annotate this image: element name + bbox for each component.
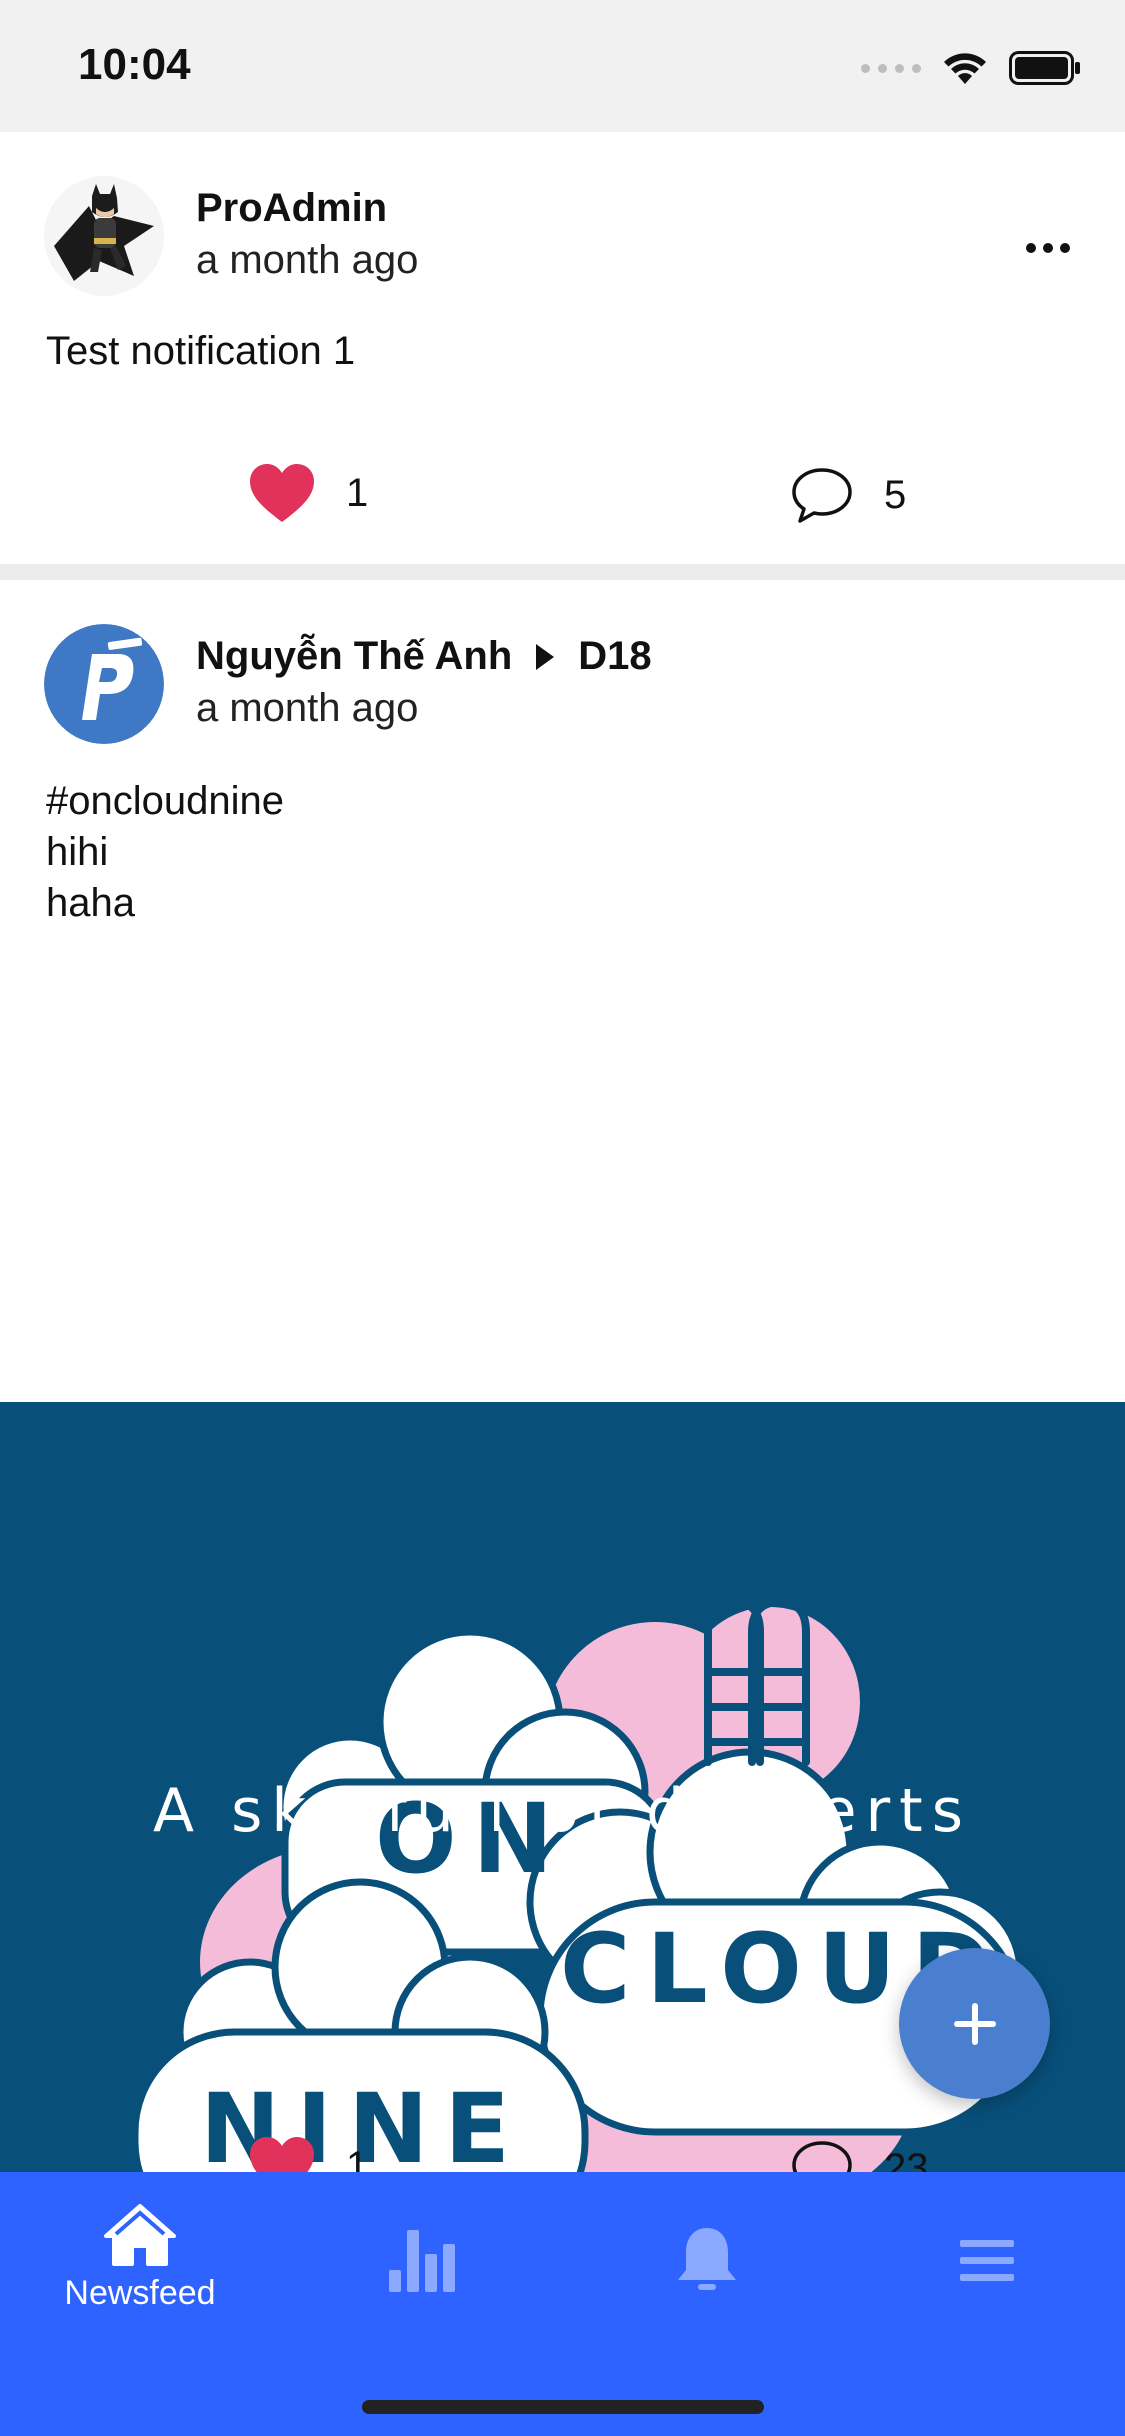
cellular-signal-icon	[861, 63, 921, 73]
tab-label: Newsfeed	[64, 2274, 216, 2312]
like-button[interactable]: 1	[248, 462, 368, 524]
caret-right-icon	[536, 643, 555, 670]
post-text-line: hihi	[46, 830, 109, 874]
create-post-button[interactable]	[899, 1948, 1050, 2099]
post-card: ProAdmin a month ago Test notification 1…	[0, 132, 1125, 564]
post-timestamp: a month ago	[196, 686, 419, 730]
newsfeed-list[interactable]: ProAdmin a month ago Test notification 1…	[0, 132, 1125, 2172]
group-name[interactable]: D18	[578, 634, 651, 679]
post-text-line: #oncloudnine	[46, 779, 284, 823]
wifi-icon	[944, 53, 986, 84]
post-text-line: Test notification 1	[46, 329, 356, 373]
post-text-line: haha	[46, 881, 135, 925]
battery-icon	[1009, 51, 1080, 85]
tab-menu[interactable]	[887, 2202, 1087, 2322]
tab-newsfeed[interactable]: Newsfeed	[40, 2202, 240, 2322]
author-name[interactable]: Nguyễn Thế Anh	[196, 634, 512, 679]
avatar[interactable]	[44, 176, 164, 296]
comment-count: 5	[884, 472, 907, 517]
post-author[interactable]: Nguyễn Thế Anh D18	[196, 634, 652, 679]
image-tagline: A sky full of desserts	[153, 1776, 972, 1846]
heart-icon	[250, 464, 314, 522]
bar-chart-icon	[389, 2230, 455, 2292]
home-icon	[104, 2204, 176, 2266]
home-indicator[interactable]	[362, 2400, 764, 2414]
like-count: 1	[346, 470, 369, 515]
status-time: 10:04	[78, 40, 191, 89]
tab-notifications[interactable]	[607, 2202, 807, 2322]
post-body: Test notification 1	[0, 326, 401, 377]
post-author[interactable]: ProAdmin	[196, 186, 387, 231]
status-bar: 10:04	[0, 0, 1125, 132]
comment-icon	[792, 468, 852, 523]
author-name[interactable]: ProAdmin	[196, 186, 387, 231]
bottom-tab-bar: Newsfeed	[0, 2172, 1125, 2436]
plus-icon	[953, 2002, 996, 2045]
more-options-button[interactable]	[1021, 228, 1075, 268]
bell-icon	[678, 2228, 736, 2290]
menu-icon	[960, 2240, 1014, 2281]
avatar[interactable]	[44, 624, 164, 744]
post-body-text: #oncloudnine hihi haha	[0, 776, 330, 929]
post-timestamp: a month ago	[196, 238, 419, 282]
comment-button[interactable]: 5	[790, 466, 906, 524]
tab-statistics[interactable]	[322, 2202, 522, 2322]
status-icons	[861, 48, 1081, 88]
